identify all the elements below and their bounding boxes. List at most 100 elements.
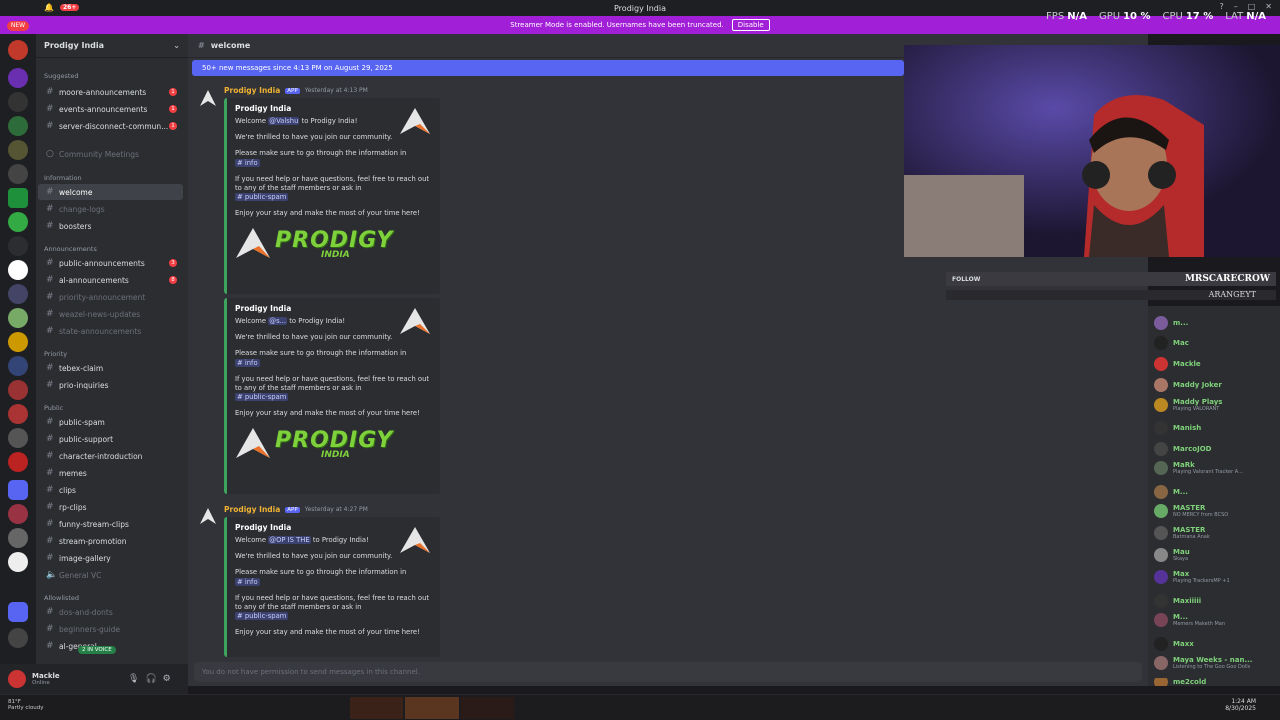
channel-general-vc[interactable]: 🔈 General VC — [38, 567, 183, 583]
member-item[interactable]: MASTER Batmana Anak — [1154, 526, 1210, 540]
member-item[interactable]: Maya Weeks - nan... Listening to The Goo … — [1154, 656, 1252, 670]
taskbar-thumbnails[interactable] — [350, 697, 514, 719]
server-icon[interactable] — [8, 236, 28, 256]
channel-suggested-2[interactable]: # events-announcements 1 — [38, 101, 183, 117]
folder-icon[interactable] — [8, 602, 28, 622]
channel-public-support[interactable]: # public-support — [38, 431, 183, 447]
channel-link-info[interactable]: # info — [235, 158, 260, 167]
folder-icon[interactable] — [8, 480, 28, 500]
server-icon[interactable] — [8, 116, 28, 136]
bot-avatar[interactable] — [198, 506, 218, 526]
minimize-icon[interactable]: – — [1234, 2, 1238, 11]
server-icon[interactable] — [8, 332, 28, 352]
server-icon[interactable] — [8, 404, 28, 424]
user-mention[interactable]: @Valshu — [268, 117, 300, 126]
server-icon[interactable] — [8, 260, 28, 280]
community-meetings[interactable]: ○ Community Meetings — [38, 146, 183, 162]
settings-gear-icon[interactable]: ⚙ — [163, 674, 171, 684]
server-icon[interactable] — [8, 428, 28, 448]
server-icon[interactable] — [8, 164, 28, 184]
server-icon[interactable] — [8, 212, 28, 232]
member-item[interactable]: Maddy Joker — [1154, 378, 1222, 392]
member-item[interactable]: MASTER NO MERCY from BCSO — [1154, 504, 1228, 518]
server-icon[interactable] — [8, 452, 28, 472]
server-icon[interactable] — [8, 504, 28, 524]
channel-change-logs[interactable]: # change-logs — [38, 201, 183, 217]
member-item[interactable]: Mau Skaya — [1154, 548, 1190, 562]
kick-server-icon[interactable] — [8, 188, 28, 208]
channel-public-spam[interactable]: # public-spam — [38, 414, 183, 430]
member-item[interactable]: M... — [1154, 485, 1188, 499]
channel-suggested-3[interactable]: # server-disconnect-commun... 1 — [38, 118, 183, 134]
category-priority[interactable]: Priority — [44, 350, 67, 358]
member-item[interactable]: MarcoJOD — [1154, 442, 1211, 456]
channel-character-introduction[interactable]: # character-introduction — [38, 448, 183, 464]
notification-bell-icon[interactable]: 🔔 — [44, 3, 54, 12]
server-icon[interactable] — [8, 528, 28, 548]
member-item[interactable]: Manish — [1154, 421, 1201, 435]
close-icon[interactable]: ✕ — [1265, 2, 1272, 11]
voice-count-badge[interactable]: 2 IN VOICE — [78, 646, 116, 654]
member-item[interactable]: Mac — [1154, 336, 1189, 350]
channel-link-public-spam[interactable]: # public-spam — [235, 612, 289, 621]
user-info[interactable]: Mackle Online — [32, 672, 122, 686]
channel-tebex-claim[interactable]: # tebex-claim — [38, 360, 183, 376]
channel-al-announcements[interactable]: # al-announcements 8 — [38, 272, 183, 288]
server-icon[interactable] — [8, 284, 28, 304]
channel-stream-promotion[interactable]: # stream-promotion — [38, 533, 183, 549]
server-icon[interactable] — [8, 92, 28, 112]
channel-clips[interactable]: # clips — [38, 482, 183, 498]
member-item[interactable]: Maddy Plays Playing VALORANT — [1154, 398, 1222, 412]
server-icon[interactable] — [8, 308, 28, 328]
user-mention[interactable]: @s... — [268, 317, 288, 326]
channel-link-public-spam[interactable]: # public-spam — [235, 193, 289, 202]
server-icon[interactable] — [8, 356, 28, 376]
channel-public-announcements[interactable]: # public-announcements 3 — [38, 255, 183, 271]
weather-widget[interactable]: 81°F Partly cloudy — [8, 699, 44, 711]
channel-boosters[interactable]: # boosters — [38, 218, 183, 234]
disable-streamer-mode-button[interactable]: Disable — [731, 19, 770, 31]
bot-avatar[interactable] — [198, 88, 218, 108]
maximize-icon[interactable]: □ — [1248, 2, 1256, 11]
category-announcements[interactable]: Announcements — [44, 245, 97, 253]
member-item[interactable]: MaRk Playing Valorant Tracker A... — [1154, 461, 1243, 475]
server-icon[interactable] — [8, 380, 28, 400]
category-allowlisted[interactable]: Allowlisted — [44, 594, 79, 602]
member-item[interactable]: Mackle — [1154, 357, 1201, 371]
channel-dos-and-donts[interactable]: # dos-and-donts — [38, 604, 183, 620]
category-suggested[interactable]: Suggested — [44, 72, 79, 80]
member-item[interactable]: me2cold — [1154, 678, 1206, 686]
new-messages-bar[interactable]: 50+ new messages since 4:13 PM on August… — [192, 60, 904, 76]
member-item[interactable]: m... — [1154, 316, 1188, 330]
channel-rp-clips[interactable]: # rp-clips — [38, 499, 183, 515]
member-item[interactable]: Max Playing TrackersMP +1 — [1154, 570, 1230, 584]
help-icon[interactable]: ? — [1219, 2, 1223, 11]
server-icon[interactable] — [8, 40, 28, 60]
author-name[interactable]: Prodigy India — [224, 505, 280, 514]
headphones-icon[interactable]: 🎧 — [145, 674, 156, 684]
clock[interactable]: 1:24 AM 8/30/2025 — [1225, 698, 1256, 712]
member-item[interactable]: M... Memers Maketh Man — [1154, 613, 1225, 627]
channel-funny-stream-clips[interactable]: # funny-stream-clips — [38, 516, 183, 532]
channel-link-public-spam[interactable]: # public-spam — [235, 393, 289, 402]
author-name[interactable]: Prodigy India — [224, 86, 280, 95]
microphone-icon[interactable]: 🎙 — [128, 674, 139, 684]
server-icon[interactable] — [8, 552, 28, 572]
server-icon[interactable] — [8, 68, 28, 88]
channel-image-gallery[interactable]: # image-gallery — [38, 550, 183, 566]
channel-link-info[interactable]: # info — [235, 577, 260, 586]
channel-priority-announcement[interactable]: # priority-announcement — [38, 289, 183, 305]
avatar[interactable] — [8, 670, 26, 688]
server-icon[interactable] — [8, 140, 28, 160]
user-mention[interactable]: @OP IS THE — [268, 536, 311, 545]
category-information[interactable]: Information — [44, 174, 82, 182]
member-item[interactable]: Maxiiiii — [1154, 594, 1201, 608]
channel-weazel-news[interactable]: # weazel-news-updates — [38, 306, 183, 322]
member-item[interactable]: Maxx — [1154, 637, 1194, 651]
server-icon[interactable] — [8, 628, 28, 648]
channel-memes[interactable]: # memes — [38, 465, 183, 481]
channel-suggested-1[interactable]: # moore-announcements 1 — [38, 84, 183, 100]
channel-state-announcements[interactable]: # state-announcements — [38, 323, 183, 339]
channel-beginners-guide[interactable]: # beginners-guide — [38, 621, 183, 637]
channel-link-info[interactable]: # info — [235, 358, 260, 367]
